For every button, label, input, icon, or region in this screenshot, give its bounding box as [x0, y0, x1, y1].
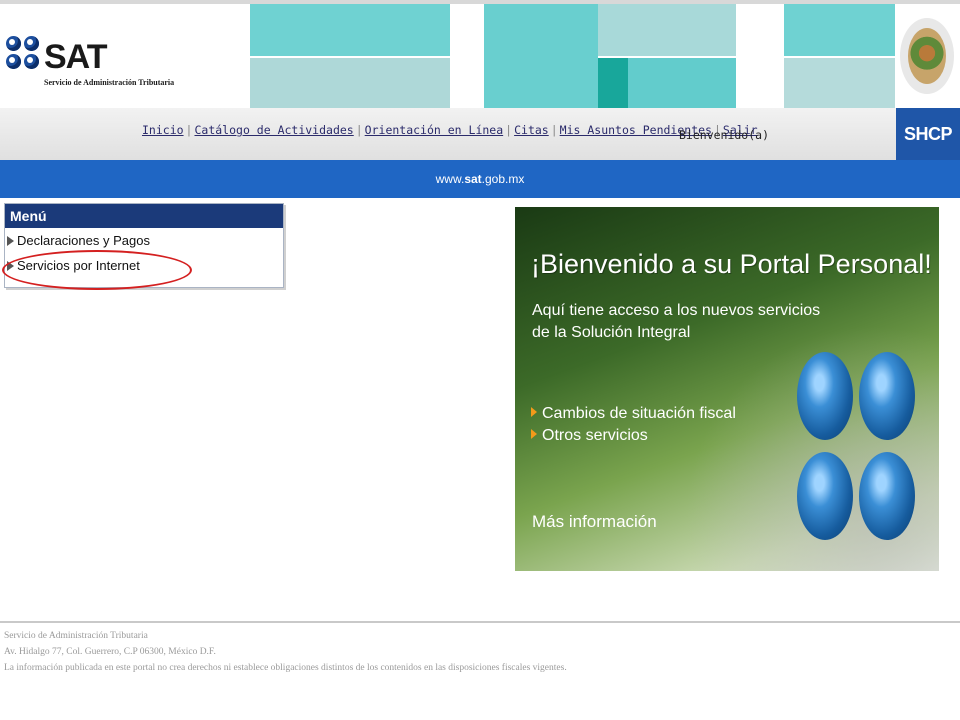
header-tile	[250, 4, 450, 56]
menu-title: Menú	[5, 204, 283, 228]
header-tile	[598, 4, 736, 56]
url-suffix: .gob.mx	[481, 172, 525, 186]
site-url: www.sat.gob.mx	[0, 172, 960, 186]
header-tiles	[250, 4, 895, 108]
footer-line: La información publicada en este portal …	[4, 663, 567, 673]
header-tile	[628, 58, 736, 108]
nav-links: Inicio | Catálogo de Actividades | Orientaci…	[142, 123, 758, 137]
nav-bar: Inicio | Catálogo de Actividades | Orientaci…	[0, 108, 960, 160]
mexico-seal-icon	[898, 12, 956, 104]
blue-sphere-icon	[797, 352, 853, 440]
red-highlight-ellipse	[2, 250, 192, 290]
nav-link-catalogo[interactable]: Catálogo de Actividades	[194, 123, 353, 137]
footer-line: Av. Hidalgo 77, Col. Guerrero, C.P 06300…	[4, 647, 216, 657]
nav-link-citas[interactable]: Citas	[514, 123, 549, 137]
banner-line: Aquí tiene acceso a los nuevos servicios	[532, 302, 821, 319]
header-tile	[784, 58, 895, 108]
banner-bullet-label: Cambios de situación fiscal	[542, 405, 736, 422]
site-header: SAT Servicio de Administración Tributari…	[0, 4, 960, 108]
blue-sphere-icon	[859, 352, 915, 440]
nav-link-orientacion[interactable]: Orientación en Línea	[365, 123, 503, 137]
more-info-link[interactable]: Más información	[532, 512, 657, 532]
header-tile	[784, 4, 895, 56]
header-tile	[484, 4, 598, 108]
welcome-text: Bienvenido(a)	[679, 128, 770, 142]
footer-divider	[0, 621, 960, 623]
nav-separator: |	[505, 123, 513, 137]
nav-separator: |	[550, 123, 558, 137]
expand-triangle-icon	[7, 236, 14, 246]
nav-separator: |	[185, 123, 193, 137]
footer: Servicio de Administración Tributaria Av…	[4, 628, 567, 676]
sat-logo[interactable]: SAT Servicio de Administración Tributari…	[6, 34, 196, 94]
url-bold: sat	[464, 172, 482, 186]
shcp-logo[interactable]: SHCP	[896, 108, 960, 160]
header-tile	[598, 58, 628, 108]
footer-line: Servicio de Administración Tributaria	[4, 631, 148, 641]
sat-logo-circles-icon	[6, 36, 42, 88]
nav-separator: |	[355, 123, 363, 137]
logo-subtitle: Servicio de Administración Tributaria	[44, 78, 175, 87]
nav-link-inicio[interactable]: Inicio	[142, 123, 184, 137]
blue-sphere-icon	[859, 452, 915, 540]
banner-title: ¡Bienvenido a su Portal Personal!	[531, 249, 932, 279]
banner-bullet-label: Otros servicios	[542, 427, 648, 444]
banner-line: de la Solución Integral	[532, 324, 691, 341]
banner-bullet[interactable]: Otros servicios	[531, 427, 648, 445]
welcome-banner[interactable]: ¡Bienvenido a su Portal Personal! Aquí t…	[515, 207, 939, 571]
url-band: www.sat.gob.mx	[0, 160, 960, 198]
logo-text: SAT	[44, 38, 107, 76]
menu-item-declaraciones[interactable]: Declaraciones y Pagos	[7, 233, 150, 248]
banner-bullet[interactable]: Cambios de situación fiscal	[531, 405, 736, 423]
url-prefix: www.	[435, 172, 465, 186]
menu-item-label: Declaraciones y Pagos	[17, 233, 150, 248]
blue-sphere-icon	[797, 452, 853, 540]
header-tile	[250, 58, 450, 108]
